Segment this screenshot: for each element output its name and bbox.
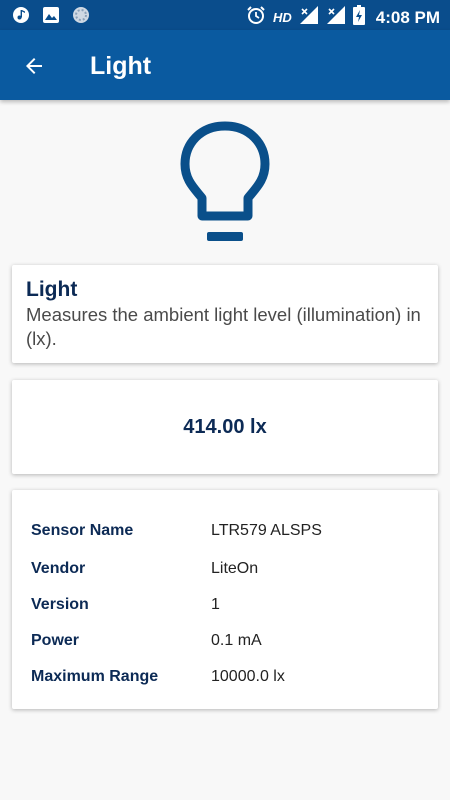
page-title: Light	[90, 52, 152, 80]
info-row-maximum-range: Maximum Range 10000.0 lx	[31, 668, 431, 692]
status-left-icons	[12, 6, 90, 29]
sensor-description: Measures the ambient light level (illumi…	[26, 304, 421, 349]
sensor-title: Light	[26, 278, 78, 301]
info-value: 0.1 mA	[211, 632, 262, 649]
sensor-reading-value: 414.00 lx	[183, 415, 267, 438]
status-bar: HD 4:08 PM	[0, 0, 450, 30]
info-label: Maximum Range	[31, 668, 159, 685]
description-card: Light Measures the ambient light level (…	[12, 265, 438, 363]
lightbulb-icon	[175, 116, 275, 246]
info-label: Version	[31, 596, 89, 613]
info-value: LiteOn	[211, 560, 259, 577]
status-right-icons: HD 4:08 PM	[246, 5, 440, 30]
info-label: Power	[31, 632, 80, 649]
hd-label: HD	[272, 10, 292, 25]
signal-icon	[326, 5, 346, 30]
info-row-version: Version 1	[31, 596, 431, 620]
signal-icon	[299, 5, 319, 30]
arrow-back-icon	[26, 58, 42, 74]
image-icon	[42, 6, 60, 29]
music-icon	[12, 6, 30, 29]
app-bar: Light	[0, 30, 450, 100]
info-value: 10000.0 lx	[211, 668, 285, 685]
battery-charging-icon	[352, 5, 365, 30]
info-label: Sensor Name	[31, 522, 134, 539]
info-row-power: Power 0.1 mA	[31, 632, 431, 656]
info-value: LTR579 ALSPS	[211, 522, 322, 539]
info-value: 1	[211, 596, 220, 613]
sensor-info-card: Sensor Name LTR579 ALSPS Vendor LiteOn V…	[12, 490, 438, 709]
reading-card: 414.00 lx	[12, 380, 438, 474]
back-button[interactable]	[18, 50, 50, 82]
info-row-vendor: Vendor LiteOn	[31, 560, 431, 584]
info-label: Vendor	[31, 560, 86, 577]
clock: 4:08 PM	[375, 7, 440, 27]
info-row-sensor-name: Sensor Name LTR579 ALSPS	[31, 522, 431, 546]
alarm-icon	[246, 5, 266, 30]
circle-icon	[72, 6, 90, 29]
